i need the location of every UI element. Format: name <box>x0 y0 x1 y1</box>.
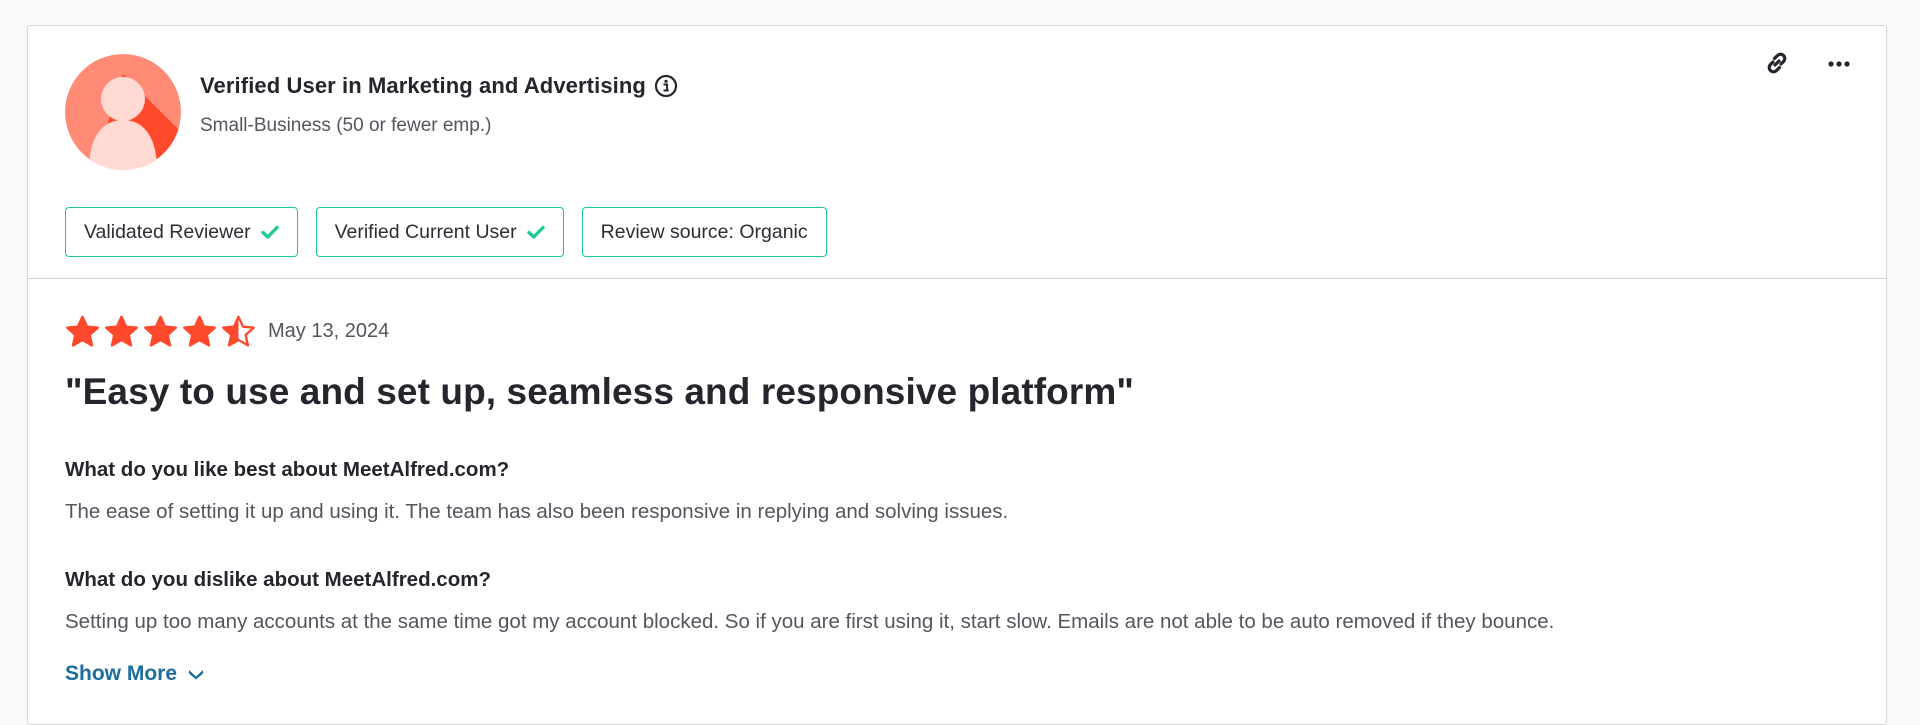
review-actions <box>1760 46 1856 80</box>
star-icon <box>183 315 216 347</box>
reviewer-header: Verified User in Marketing and Advertisi… <box>28 26 1886 279</box>
answer-like-best: The ease of setting it up and using it. … <box>65 500 1009 523</box>
chevron-down-icon <box>189 670 204 680</box>
check-icon <box>526 225 545 239</box>
review-date: May 13, 2024 <box>268 320 390 342</box>
answer-dislike: Setting up too many accounts at the same… <box>65 610 1555 633</box>
badge-review-source: Review source: Organic <box>581 207 827 257</box>
star-icon <box>105 315 138 347</box>
star-icon <box>222 315 255 347</box>
question-like-best: What do you like best about MeetAlfred.c… <box>65 458 510 481</box>
info-icon[interactable] <box>654 74 678 98</box>
star-icon <box>144 315 177 347</box>
review-title: "Easy to use and set up, seamless and re… <box>65 371 1135 412</box>
question-dislike: What do you dislike about MeetAlfred.com… <box>65 568 491 591</box>
review-card: Verified User in Marketing and Advertisi… <box>27 25 1887 725</box>
check-icon <box>260 225 279 239</box>
badge-label: Validated Reviewer <box>84 220 251 243</box>
show-more-button[interactable]: Show More <box>65 662 205 686</box>
reviewer-name: Verified User in Marketing and Advertisi… <box>200 73 646 98</box>
company-size: Small-Business (50 or fewer emp.) <box>200 115 492 136</box>
star-rating <box>65 314 256 349</box>
show-more-label: Show More <box>65 662 178 685</box>
badge-label: Verified Current User <box>334 220 517 243</box>
reviewer-badges: Validated Reviewer Verified Current User… <box>65 207 827 257</box>
badge-label: Review source: Organic <box>600 220 808 243</box>
star-icon <box>66 315 99 347</box>
badge-validated-reviewer: Validated Reviewer <box>65 207 298 257</box>
reviewer-name-row: Verified User in Marketing and Advertisi… <box>200 73 678 99</box>
badge-verified-current-user: Verified Current User <box>315 207 564 257</box>
link-icon[interactable] <box>1760 46 1794 80</box>
avatar <box>65 54 181 170</box>
more-options-icon[interactable] <box>1822 46 1856 80</box>
rating-row: May 13, 2024 <box>65 314 389 349</box>
